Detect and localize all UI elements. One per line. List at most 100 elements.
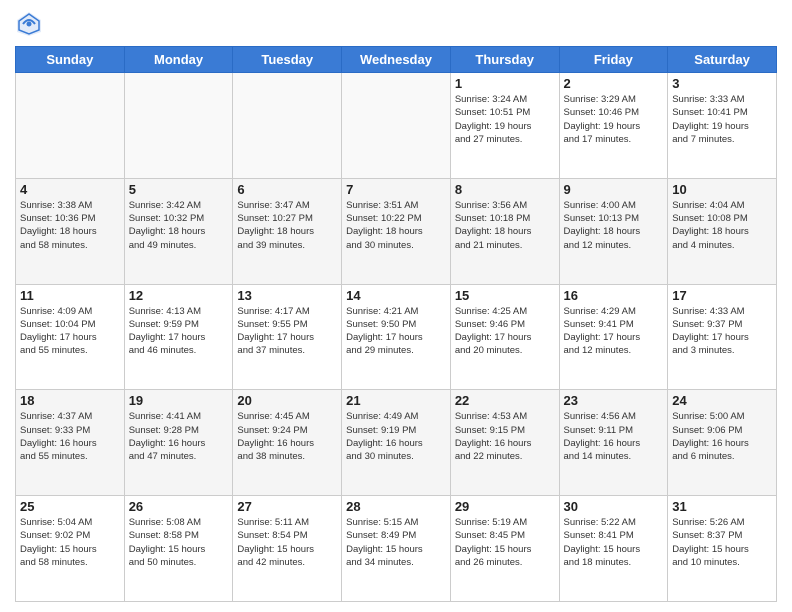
day-number: 22 [455,393,555,408]
week-row-2: 4 Sunrise: 3:38 AM Sunset: 10:36 PM Dayli… [16,178,777,284]
day-number: 17 [672,288,772,303]
calendar-cell: 6 Sunrise: 3:47 AM Sunset: 10:27 PM Dayli… [233,178,342,284]
day-info: Sunrise: 4:21 AM Sunset: 9:50 PM Dayligh… [346,305,446,358]
logo-icon [15,10,43,38]
day-info: Sunrise: 5:19 AM Sunset: 8:45 PM Dayligh… [455,516,555,569]
calendar-cell: 28 Sunrise: 5:15 AM Sunset: 8:49 PM Dayli… [342,496,451,602]
week-row-5: 25 Sunrise: 5:04 AM Sunset: 9:02 PM Dayli… [16,496,777,602]
calendar-cell: 3Sunrise: 3:33 AM Sunset: 10:41 PM Dayli… [668,73,777,179]
day-info: Sunrise: 4:13 AM Sunset: 9:59 PM Dayligh… [129,305,229,358]
day-info: Sunrise: 5:15 AM Sunset: 8:49 PM Dayligh… [346,516,446,569]
logo [15,10,47,38]
calendar-cell: 10Sunrise: 4:04 AM Sunset: 10:08 PM Dayl… [668,178,777,284]
calendar-cell: 29Sunrise: 5:19 AM Sunset: 8:45 PM Dayli… [450,496,559,602]
day-info: Sunrise: 4:17 AM Sunset: 9:55 PM Dayligh… [237,305,337,358]
day-number: 20 [237,393,337,408]
calendar-cell: 15 Sunrise: 4:25 AM Sunset: 9:46 PM Dayli… [450,284,559,390]
calendar-cell: 5 Sunrise: 3:42 AM Sunset: 10:32 PM Dayli… [124,178,233,284]
day-info: Sunrise: 4:33 AM Sunset: 9:37 PM Dayligh… [672,305,772,358]
calendar-cell: 31 Sunrise: 5:26 AM Sunset: 8:37 PM Dayli… [668,496,777,602]
day-number: 19 [129,393,229,408]
day-number: 12 [129,288,229,303]
day-info: Sunrise: 4:00 AM Sunset: 10:13 PM Daylig… [564,199,664,252]
header-day-saturday: Saturday [668,47,777,73]
calendar-cell: 13 Sunrise: 4:17 AM Sunset: 9:55 PM Dayli… [233,284,342,390]
calendar-cell: 16 Sunrise: 4:29 AM Sunset: 9:41 PM Dayli… [559,284,668,390]
day-number: 31 [672,499,772,514]
day-number: 15 [455,288,555,303]
day-info: Sunrise: 3:42 AM Sunset: 10:32 PM Daylig… [129,199,229,252]
header-day-tuesday: Tuesday [233,47,342,73]
calendar-cell [233,73,342,179]
day-number: 9 [564,182,664,197]
day-number: 26 [129,499,229,514]
day-number: 6 [237,182,337,197]
calendar-cell: 30 Sunrise: 5:22 AM Sunset: 8:41 PM Dayli… [559,496,668,602]
day-info: Sunrise: 4:04 AM Sunset: 10:08 PM Daylig… [672,199,772,252]
day-number: 27 [237,499,337,514]
day-info: Sunrise: 3:38 AM Sunset: 10:36 PM Daylig… [20,199,120,252]
day-number: 25 [20,499,120,514]
day-info: Sunrise: 3:47 AM Sunset: 10:27 PM Daylig… [237,199,337,252]
day-number: 18 [20,393,120,408]
day-number: 13 [237,288,337,303]
calendar-cell: 22 Sunrise: 4:53 AM Sunset: 9:15 PM Dayli… [450,390,559,496]
week-row-3: 11Sunrise: 4:09 AM Sunset: 10:04 PM Dayl… [16,284,777,390]
day-number: 21 [346,393,446,408]
header-day-friday: Friday [559,47,668,73]
calendar-cell: 26 Sunrise: 5:08 AM Sunset: 8:58 PM Dayli… [124,496,233,602]
day-number: 3 [672,76,772,91]
calendar-cell: 21Sunrise: 4:49 AM Sunset: 9:19 PM Dayli… [342,390,451,496]
day-number: 5 [129,182,229,197]
day-info: Sunrise: 4:56 AM Sunset: 9:11 PM Dayligh… [564,410,664,463]
day-info: Sunrise: 4:53 AM Sunset: 9:15 PM Dayligh… [455,410,555,463]
day-number: 23 [564,393,664,408]
day-info: Sunrise: 4:29 AM Sunset: 9:41 PM Dayligh… [564,305,664,358]
calendar-cell [124,73,233,179]
calendar-cell: 4 Sunrise: 3:38 AM Sunset: 10:36 PM Dayli… [16,178,125,284]
day-number: 4 [20,182,120,197]
calendar-cell: 17 Sunrise: 4:33 AM Sunset: 9:37 PM Dayli… [668,284,777,390]
day-number: 11 [20,288,120,303]
calendar-cell: 27 Sunrise: 5:11 AM Sunset: 8:54 PM Dayli… [233,496,342,602]
day-number: 2 [564,76,664,91]
calendar-cell: 18 Sunrise: 4:37 AM Sunset: 9:33 PM Dayli… [16,390,125,496]
calendar-cell [342,73,451,179]
calendar-cell [16,73,125,179]
day-number: 30 [564,499,664,514]
calendar-cell: 2 Sunrise: 3:29 AM Sunset: 10:46 PM Dayli… [559,73,668,179]
header-day-thursday: Thursday [450,47,559,73]
calendar-cell: 20Sunrise: 4:45 AM Sunset: 9:24 PM Dayli… [233,390,342,496]
day-info: Sunrise: 3:29 AM Sunset: 10:46 PM Daylig… [564,93,664,146]
calendar-cell: 7Sunrise: 3:51 AM Sunset: 10:22 PM Dayli… [342,178,451,284]
day-info: Sunrise: 5:08 AM Sunset: 8:58 PM Dayligh… [129,516,229,569]
header-row: SundayMondayTuesdayWednesdayThursdayFrid… [16,47,777,73]
day-info: Sunrise: 4:37 AM Sunset: 9:33 PM Dayligh… [20,410,120,463]
day-info: Sunrise: 5:26 AM Sunset: 8:37 PM Dayligh… [672,516,772,569]
day-number: 14 [346,288,446,303]
day-number: 8 [455,182,555,197]
week-row-4: 18 Sunrise: 4:37 AM Sunset: 9:33 PM Dayli… [16,390,777,496]
day-number: 7 [346,182,446,197]
header [15,10,777,38]
day-info: Sunrise: 3:24 AM Sunset: 10:51 PM Daylig… [455,93,555,146]
day-info: Sunrise: 3:56 AM Sunset: 10:18 PM Daylig… [455,199,555,252]
day-number: 28 [346,499,446,514]
calendar-cell: 14 Sunrise: 4:21 AM Sunset: 9:50 PM Dayli… [342,284,451,390]
calendar-cell: 24 Sunrise: 5:00 AM Sunset: 9:06 PM Dayli… [668,390,777,496]
calendar-cell: 8 Sunrise: 3:56 AM Sunset: 10:18 PM Dayli… [450,178,559,284]
page: SundayMondayTuesdayWednesdayThursdayFrid… [0,0,792,612]
week-row-1: 1Sunrise: 3:24 AM Sunset: 10:51 PM Dayli… [16,73,777,179]
calendar-cell: 1Sunrise: 3:24 AM Sunset: 10:51 PM Dayli… [450,73,559,179]
calendar-cell: 12 Sunrise: 4:13 AM Sunset: 9:59 PM Dayli… [124,284,233,390]
day-info: Sunrise: 5:22 AM Sunset: 8:41 PM Dayligh… [564,516,664,569]
day-info: Sunrise: 5:00 AM Sunset: 9:06 PM Dayligh… [672,410,772,463]
day-number: 16 [564,288,664,303]
day-info: Sunrise: 5:11 AM Sunset: 8:54 PM Dayligh… [237,516,337,569]
calendar-cell: 25 Sunrise: 5:04 AM Sunset: 9:02 PM Dayli… [16,496,125,602]
calendar-cell: 19Sunrise: 4:41 AM Sunset: 9:28 PM Dayli… [124,390,233,496]
day-info: Sunrise: 4:25 AM Sunset: 9:46 PM Dayligh… [455,305,555,358]
day-number: 24 [672,393,772,408]
day-info: Sunrise: 5:04 AM Sunset: 9:02 PM Dayligh… [20,516,120,569]
calendar-table: SundayMondayTuesdayWednesdayThursdayFrid… [15,46,777,602]
